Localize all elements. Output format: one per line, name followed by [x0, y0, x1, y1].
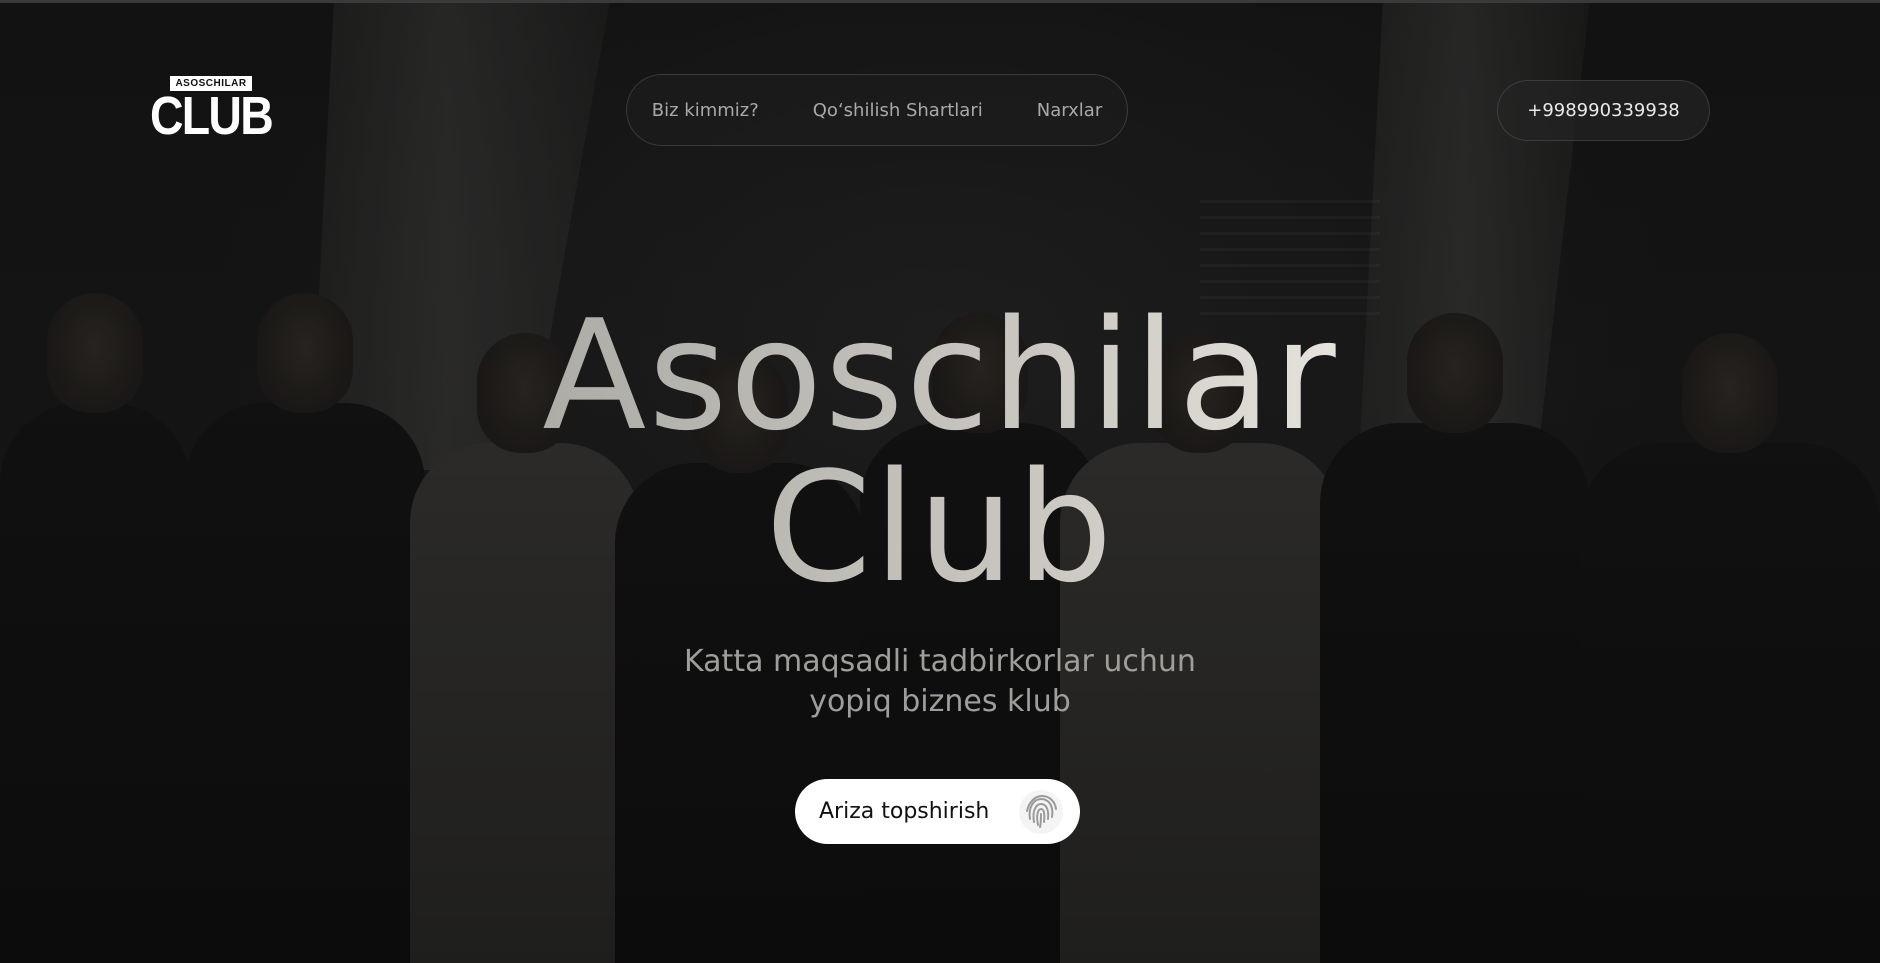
landing-page: ASOSCHILAR CLUB Biz kimmiz? Qo‘shilish S…	[0, 0, 1880, 963]
main-nav: Biz kimmiz? Qo‘shilish Shartlari Narxlar	[626, 74, 1128, 146]
top-border	[0, 0, 1880, 3]
nav-item-join-terms[interactable]: Qo‘shilish Shartlari	[813, 100, 983, 121]
apply-button[interactable]: Ariza topshirish	[795, 779, 1080, 844]
nav-item-prices[interactable]: Narxlar	[1037, 100, 1103, 121]
hero-subtitle: Katta maqsadli tadbirkorlar uchun yopiq …	[0, 642, 1880, 722]
hero-subtitle-line-2: yopiq biznes klub	[809, 684, 1071, 719]
logo-big-text: CLUB	[149, 86, 274, 146]
hero-title-line-1: Asoschilar	[0, 300, 1880, 452]
phone-button[interactable]: +998990339938	[1497, 80, 1710, 141]
hero-subtitle-line-1: Katta maqsadli tadbirkorlar uchun	[684, 644, 1196, 679]
nav-item-about[interactable]: Biz kimmiz?	[652, 100, 759, 121]
hero-title: Asoschilar Club	[0, 300, 1880, 604]
fingerprint-icon	[1019, 790, 1063, 834]
logo[interactable]: ASOSCHILAR CLUB	[150, 76, 274, 146]
hero-title-line-2: Club	[0, 452, 1880, 604]
apply-button-label: Ariza topshirish	[819, 799, 990, 824]
